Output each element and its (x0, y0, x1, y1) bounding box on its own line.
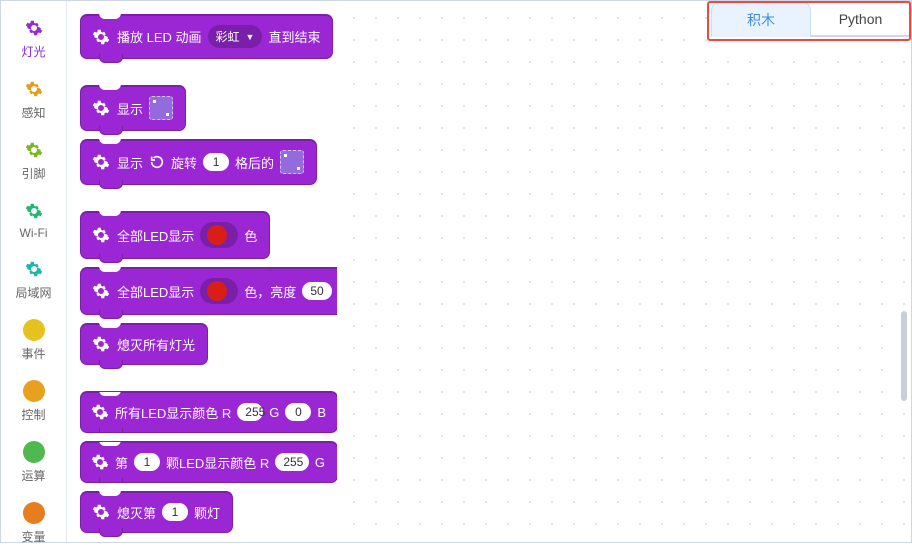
cat-sense[interactable]: 感知 (1, 70, 66, 131)
gear-icon (91, 152, 111, 172)
block-text: B (317, 405, 326, 420)
number-input[interactable]: 255 (237, 403, 263, 421)
cat-events[interactable]: 事件 (1, 311, 66, 372)
block-nth-led-rgb[interactable]: 第 1 颗LED显示颜色 R 255 G (81, 442, 337, 482)
gear-icon (23, 258, 45, 280)
dot-icon (23, 380, 45, 402)
chevron-down-icon: ▼ (246, 32, 255, 42)
block-text: 颗LED显示颜色 R (166, 453, 269, 472)
tab-blocks[interactable]: 积木 (711, 1, 811, 37)
gear-icon (91, 334, 111, 354)
cat-label: 事件 (21, 345, 45, 362)
block-text: 全部LED显示 (117, 282, 194, 301)
cat-label: 变量 (21, 528, 45, 545)
block-all-led-rgb[interactable]: 所有LED显示颜色 R 255 G 0 B (81, 392, 337, 432)
cat-wifi[interactable]: Wi-Fi (1, 192, 66, 250)
block-play-led-anim[interactable]: 播放 LED 动画 彩虹 ▼ 直到结束 (81, 15, 332, 58)
tab-label: Python (839, 11, 883, 27)
color-picker[interactable] (200, 222, 238, 248)
matrix-input[interactable] (280, 150, 304, 174)
cat-label: 局域网 (15, 284, 51, 301)
number-input[interactable]: 1 (162, 503, 188, 521)
block-text: 颗灯 (194, 503, 220, 522)
block-text: 色 (244, 226, 257, 245)
block-all-led-color[interactable]: 全部LED显示 色 (81, 212, 269, 258)
block-text: 熄灭所有灯光 (117, 335, 195, 354)
block-all-led-color-brightness[interactable]: 全部LED显示 色，亮度 50 % (81, 268, 337, 314)
block-text: 所有LED显示颜色 R (115, 403, 231, 422)
script-canvas[interactable]: 积木 Python (337, 1, 911, 542)
number-input[interactable]: 50 (302, 282, 331, 300)
gear-icon (23, 139, 45, 161)
block-off-nth[interactable]: 熄灭第 1 颗灯 (81, 492, 232, 532)
cat-label: 运算 (21, 467, 45, 484)
tab-label: 积木 (747, 10, 775, 30)
gear-icon (91, 452, 109, 472)
dot-icon (23, 319, 45, 341)
block-text: 显示 (117, 99, 143, 118)
cat-variables[interactable]: 变量 (1, 494, 66, 555)
dropdown-value: 彩虹 (216, 28, 240, 45)
gear-icon (91, 98, 111, 118)
cat-label: Wi-Fi (20, 226, 48, 240)
block-text: G (269, 405, 279, 420)
rotate-icon (149, 154, 165, 170)
block-text: 第 (115, 453, 128, 472)
block-off-all[interactable]: 熄灭所有灯光 (81, 324, 207, 364)
cat-operators[interactable]: 运算 (1, 433, 66, 494)
block-text: 播放 LED 动画 (117, 27, 202, 46)
block-text: 显示 (117, 153, 143, 172)
block-text: 旋转 (171, 153, 197, 172)
block-show-matrix[interactable]: 显示 (81, 86, 185, 130)
color-swatch-icon (206, 224, 228, 246)
color-picker[interactable] (200, 278, 238, 304)
block-show-rotate[interactable]: 显示 旋转 1 格后的 (81, 140, 316, 184)
cat-pin[interactable]: 引脚 (1, 131, 66, 192)
gear-icon (23, 17, 45, 39)
tab-python[interactable]: Python (811, 1, 911, 37)
matrix-input[interactable] (149, 96, 173, 120)
code-tabs: 积木 Python (711, 1, 911, 39)
category-sidebar: 灯光 感知 引脚 Wi-Fi 局域网 事件 (1, 1, 67, 542)
gear-icon (23, 78, 45, 100)
gear-icon (91, 402, 109, 422)
number-input[interactable]: 1 (134, 453, 160, 471)
block-text: 直到结束 (268, 27, 320, 46)
cat-label: 控制 (21, 406, 45, 423)
block-text: 格后的 (235, 153, 274, 172)
block-palette: 播放 LED 动画 彩虹 ▼ 直到结束 显示 显示 旋转 1 (67, 1, 337, 542)
cat-label: 引脚 (21, 165, 45, 182)
cat-control[interactable]: 控制 (1, 372, 66, 433)
scrollbar[interactable] (901, 311, 907, 401)
block-text: 色，亮度 (244, 282, 296, 301)
gear-icon (23, 200, 45, 222)
gear-icon (91, 281, 111, 301)
dot-icon (23, 502, 45, 524)
cat-label: 灯光 (21, 43, 45, 60)
cat-label: 感知 (21, 104, 45, 121)
gear-icon (91, 225, 111, 245)
block-text: 熄灭第 (117, 503, 156, 522)
gear-icon (91, 502, 111, 522)
number-input[interactable]: 0 (285, 403, 311, 421)
cat-lan[interactable]: 局域网 (1, 250, 66, 311)
block-text: G (315, 455, 325, 470)
color-swatch-icon (206, 280, 228, 302)
cat-light[interactable]: 灯光 (1, 9, 66, 70)
block-text: 全部LED显示 (117, 226, 194, 245)
gear-icon (91, 27, 111, 47)
number-input[interactable]: 1 (203, 153, 229, 171)
dot-icon (23, 441, 45, 463)
number-input[interactable]: 255 (275, 453, 309, 471)
anim-dropdown[interactable]: 彩虹 ▼ (208, 25, 263, 48)
